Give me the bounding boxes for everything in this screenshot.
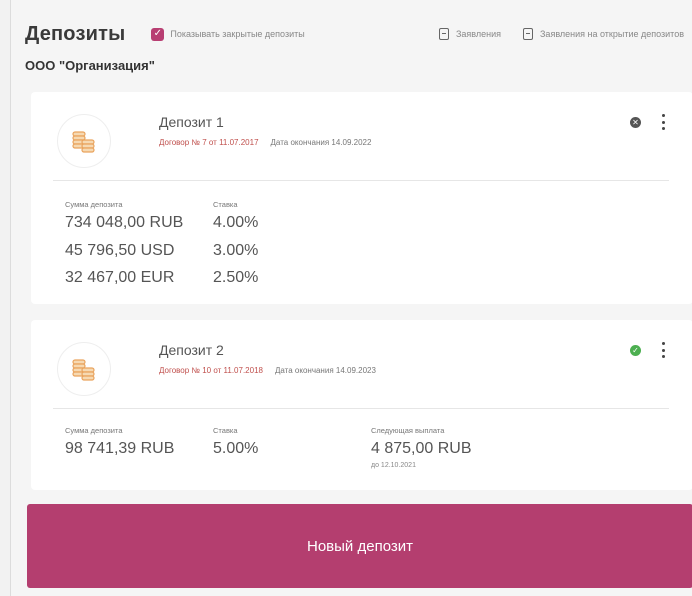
contract-link[interactable]: Договор № 7 от 11.07.2017 xyxy=(159,138,259,147)
page-header: Депозиты ✓ Показывать закрытые депозиты … xyxy=(25,22,684,46)
document-icon xyxy=(523,28,533,40)
rate-value: 3.00% xyxy=(213,242,259,259)
deposits-page: Депозиты ✓ Показывать закрытые депозиты … xyxy=(10,0,692,596)
coins-icon xyxy=(57,114,111,168)
deposit-card[interactable]: Депозит 2 Договор № 10 от 11.07.2018 Дат… xyxy=(31,320,692,490)
closed-status-icon: ✕ xyxy=(630,117,641,128)
new-deposit-button[interactable]: Новый депозит xyxy=(27,504,692,588)
rate-value: 4.00% xyxy=(213,214,259,231)
page-title: Депозиты xyxy=(25,22,126,45)
divider xyxy=(53,408,669,409)
amount-value: 45 796,50 USD xyxy=(65,242,175,259)
kebab-menu-icon[interactable] xyxy=(659,114,667,130)
amount-value: 734 048,00 RUB xyxy=(65,214,184,231)
next-payment-label: Следующая выплата xyxy=(371,426,445,435)
kebab-menu-icon[interactable] xyxy=(659,342,667,358)
open-statements-link[interactable]: Заявления на открытие депозитов xyxy=(523,28,684,40)
rate-value: 2.50% xyxy=(213,269,259,286)
amount-value: 98 741,39 RUB xyxy=(65,440,175,457)
checkbox-checked-icon[interactable]: ✓ xyxy=(151,27,165,41)
organization-name: ООО "Организация" xyxy=(25,58,155,73)
rate-value: 5.00% xyxy=(213,440,259,457)
deposit-name: Депозит 2 xyxy=(159,342,224,358)
deposit-card[interactable]: Депозит 1 Договор № 7 от 11.07.2017 Дата… xyxy=(31,92,692,304)
deposit-name: Депозит 1 xyxy=(159,114,224,130)
amount-value: 32 467,00 EUR xyxy=(65,269,175,286)
divider xyxy=(53,180,669,181)
header-links: Заявления Заявления на открытие депозито… xyxy=(438,28,684,40)
open-statements-label: Заявления на открытие депозитов xyxy=(540,29,684,39)
statements-label: Заявления xyxy=(455,29,501,39)
amount-label: Сумма депозита xyxy=(65,426,123,435)
document-icon xyxy=(438,28,449,40)
deposit-meta: Договор № 10 от 11.07.2018 Дата окончани… xyxy=(159,366,376,375)
end-date: Дата окончания 14.09.2022 xyxy=(270,138,372,147)
rate-label: Ставка xyxy=(213,426,238,435)
deposit-meta: Договор № 7 от 11.07.2017 Дата окончания… xyxy=(159,138,371,147)
rate-label: Ставка xyxy=(213,200,238,209)
show-closed-label: Показывать закрытые депозиты xyxy=(170,29,305,39)
contract-link[interactable]: Договор № 10 от 11.07.2018 xyxy=(159,366,263,375)
amount-label: Сумма депозита xyxy=(65,200,123,209)
statements-link[interactable]: Заявления xyxy=(438,28,501,40)
show-closed-toggle[interactable]: ✓ Показывать закрытые депозиты xyxy=(151,27,305,41)
next-payment-date: до 12.10.2021 xyxy=(371,462,416,469)
active-status-icon: ✓ xyxy=(630,345,641,356)
next-payment-value: 4 875,00 RUB xyxy=(371,440,472,457)
coins-icon xyxy=(57,342,111,396)
end-date: Дата окончания 14.09.2023 xyxy=(274,366,376,375)
